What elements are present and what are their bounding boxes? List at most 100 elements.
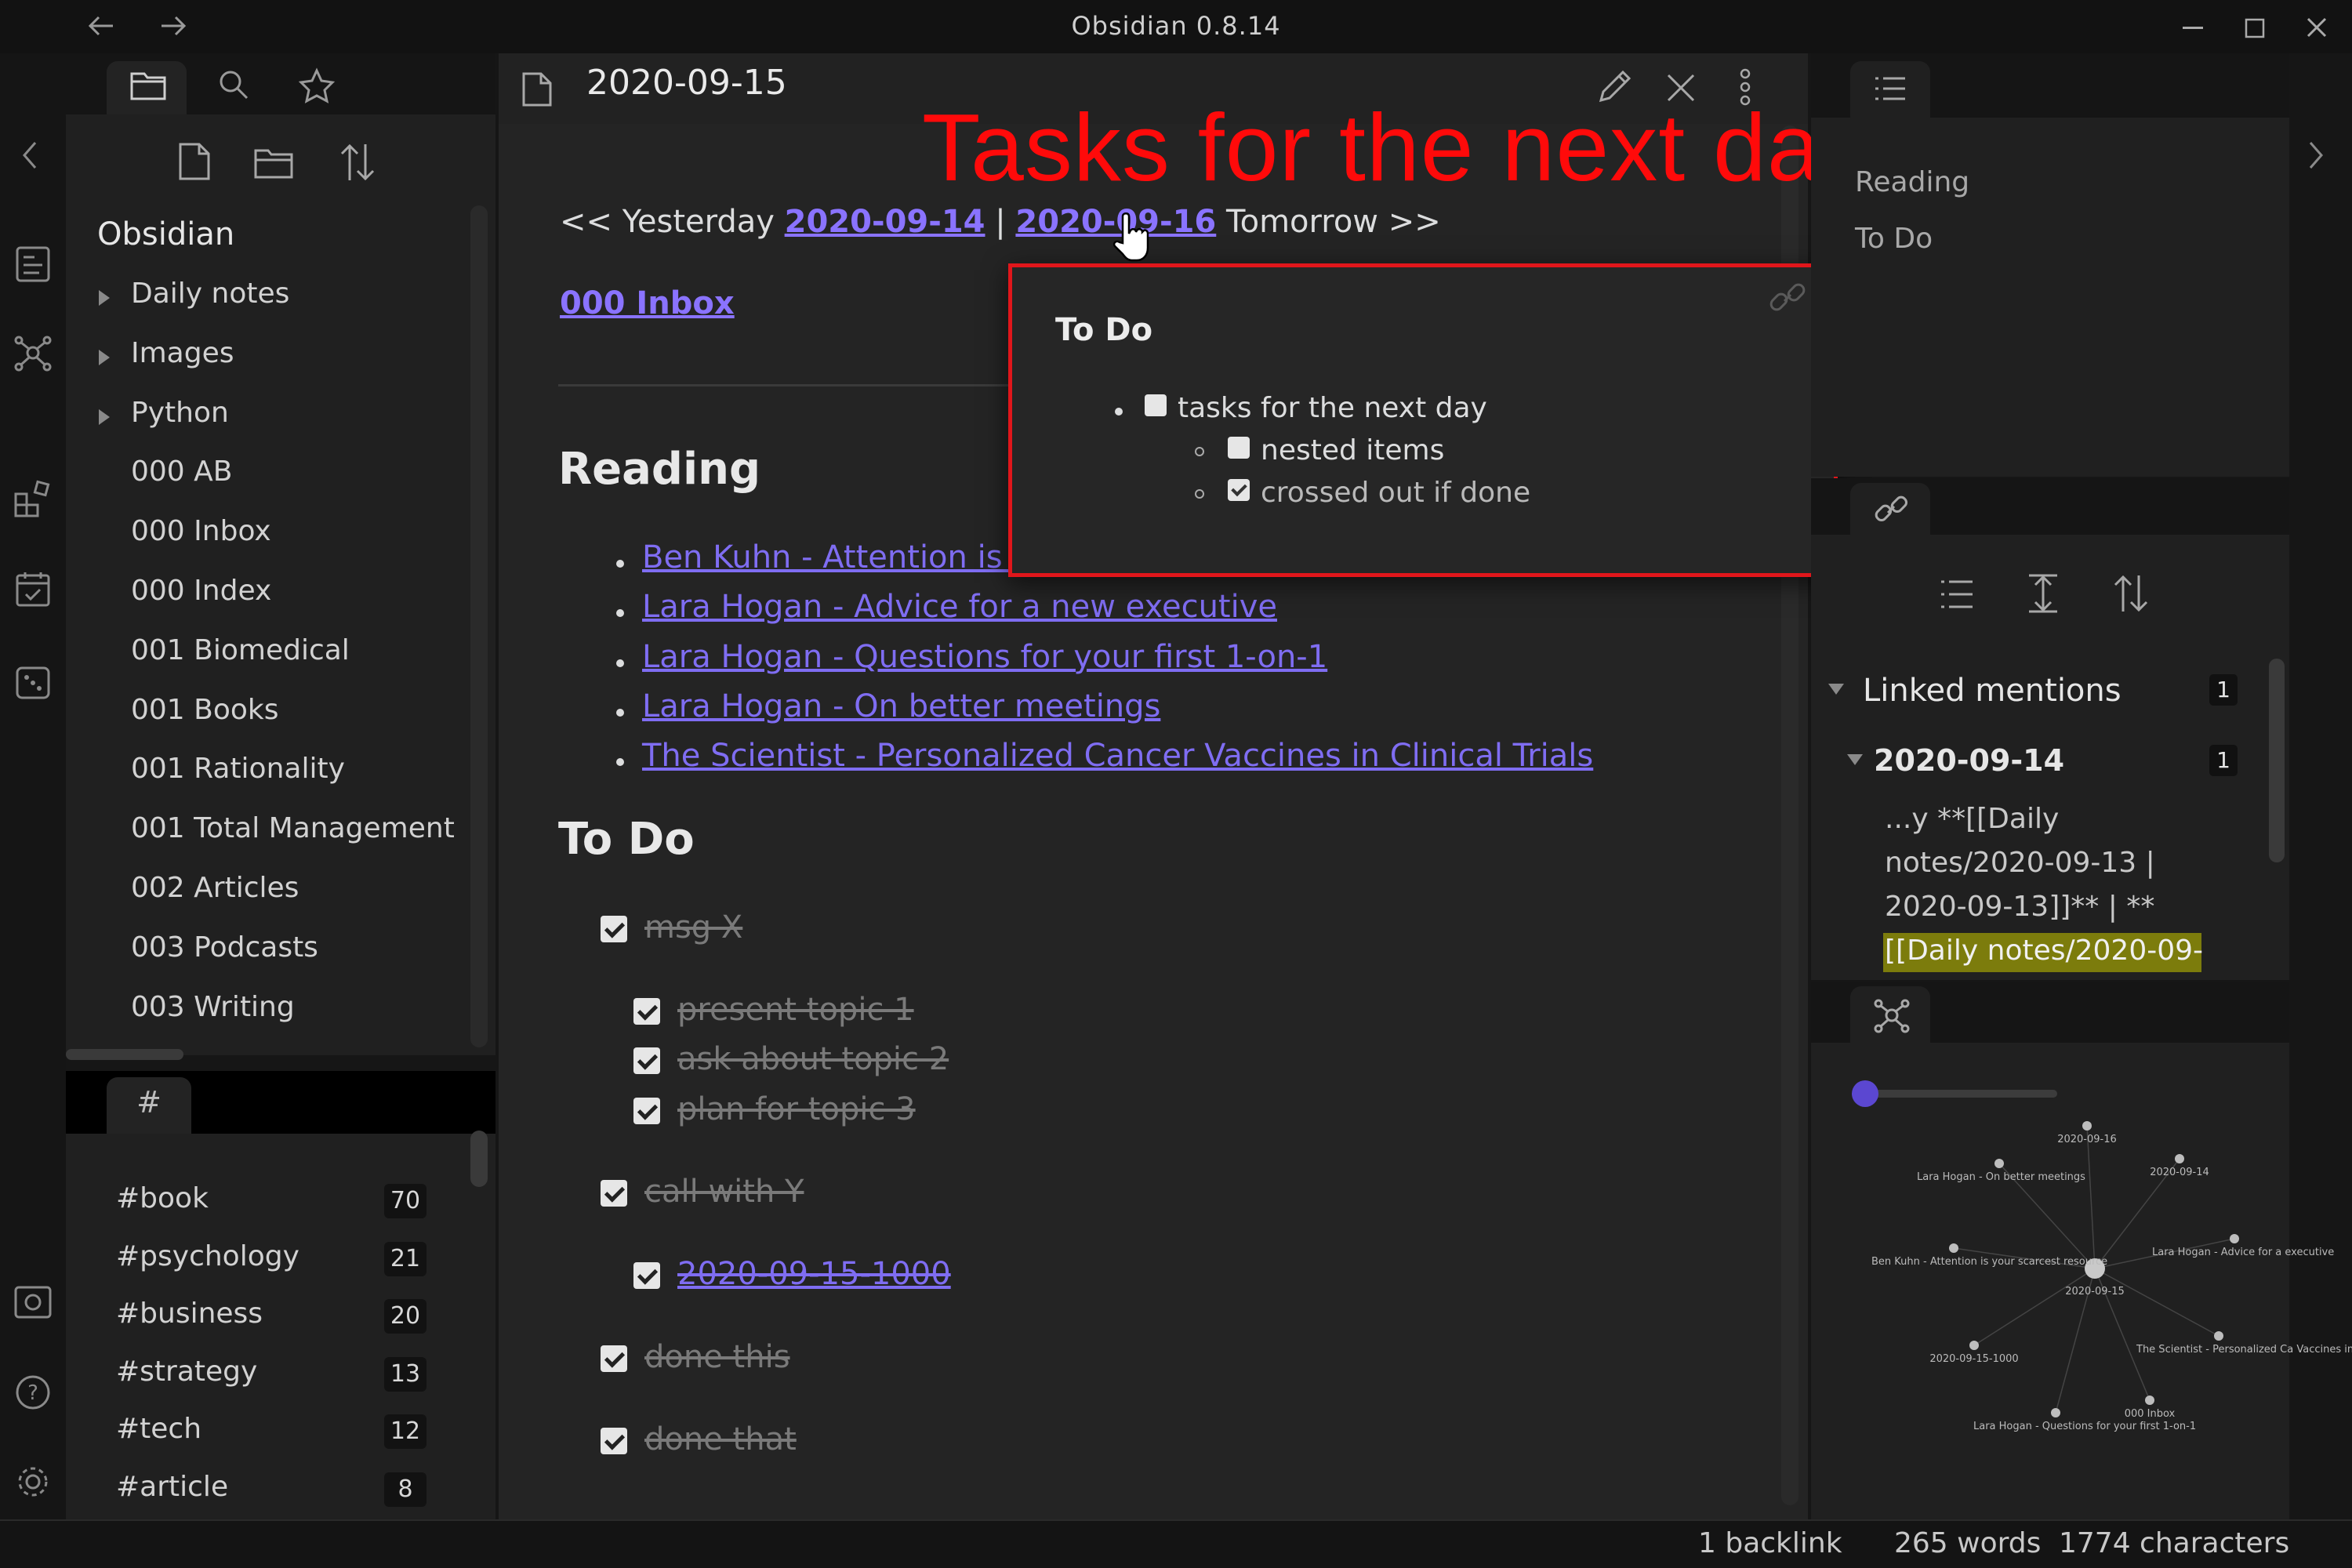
list-bullet (616, 708, 624, 717)
file-item[interactable]: 001 Books (131, 694, 279, 726)
linked-mentions-title[interactable]: Linked mentions (1863, 673, 2122, 709)
hash-icon: # (136, 1085, 162, 1120)
tab-local-graph[interactable] (1850, 986, 1930, 1043)
outline-item[interactable]: Reading (1855, 166, 1969, 198)
graph-node[interactable] (1969, 1341, 1979, 1350)
folder-item[interactable]: Images (131, 337, 234, 369)
backlink-context-highlight[interactable]: [[Daily notes/2020-09- (1885, 935, 2203, 967)
tab-tag-pane[interactable]: # (107, 1077, 191, 1134)
tag-item[interactable]: #tech (116, 1413, 201, 1445)
folder-item[interactable]: Python (131, 397, 229, 429)
star-icon[interactable] (298, 67, 336, 103)
todo-checkbox-checked[interactable] (601, 916, 627, 942)
outline-item[interactable]: To Do (1855, 223, 1933, 255)
sort-icon[interactable] (340, 143, 375, 182)
open-quick-switcher-icon[interactable] (16, 246, 50, 282)
collapse-right-icon[interactable] (2308, 141, 2324, 169)
local-graph[interactable] (1811, 1043, 2289, 1519)
tag-item[interactable]: #article (116, 1471, 228, 1503)
file-item[interactable]: 000 AB (131, 456, 232, 488)
graph-label: Lara Hogan - Advice for a executive (2152, 1247, 2335, 1258)
file-item[interactable]: 003 Writing (131, 991, 295, 1023)
reading-link[interactable]: Lara Hogan - Advice for a new executive (642, 589, 1277, 625)
tag-pane-scrollbar[interactable] (470, 1131, 488, 1187)
graph-node[interactable] (2230, 1234, 2239, 1243)
popover-checkbox-checked[interactable] (1228, 479, 1250, 501)
graph-node[interactable] (2051, 1408, 2060, 1417)
todo-checkbox-checked[interactable] (633, 1262, 660, 1289)
expand-arrow-icon[interactable] (99, 290, 110, 306)
graph-node[interactable] (2214, 1331, 2223, 1341)
popover-checkbox[interactable] (1145, 394, 1167, 416)
random-note-icon[interactable] (16, 663, 50, 699)
expand-arrow-icon[interactable] (99, 408, 110, 425)
reading-link[interactable]: Lara Hogan - On better meetings (642, 688, 1160, 724)
file-item[interactable]: 001 Total Management (131, 812, 455, 844)
file-item[interactable]: 000 Inbox (131, 515, 271, 547)
popover-checkbox[interactable] (1228, 437, 1250, 459)
backlink-context[interactable]: 2020-09-13]]** | ** (1885, 891, 2154, 923)
explorer-horizontal-scrollbar[interactable] (66, 1049, 183, 1060)
graph-node[interactable] (2175, 1154, 2184, 1163)
yesterday-link[interactable]: 2020-09-14 (785, 204, 985, 240)
file-item[interactable]: 002 Articles (131, 872, 299, 904)
reading-link[interactable]: The Scientist - Personalized Cancer Vacc… (642, 738, 1593, 774)
tab-backlinks[interactable] (1850, 483, 1930, 535)
folder-icon[interactable] (130, 69, 166, 100)
search-icon[interactable] (218, 69, 249, 100)
collapse-arrow-icon[interactable] (1828, 684, 1844, 695)
todo-checkbox-checked[interactable] (601, 1345, 627, 1372)
minimize-icon[interactable] (2183, 27, 2203, 30)
todo-link[interactable]: 2020-09-15-1000 (677, 1256, 951, 1292)
vault-icon[interactable] (14, 1286, 52, 1319)
close-window-icon[interactable] (2307, 17, 2327, 38)
backlink-context[interactable]: ...y **[[Daily (1885, 803, 2059, 835)
link-icon[interactable] (1769, 279, 1806, 317)
collapse-results-icon[interactable] (1940, 579, 1974, 610)
backlinks-scrollbar[interactable] (2269, 659, 2285, 862)
file-item[interactable]: 000 Index (131, 575, 271, 607)
todo-checkbox-checked[interactable] (633, 998, 660, 1025)
file-item[interactable]: 001 Rationality (131, 753, 345, 785)
backlink-count[interactable]: 1 backlink (1698, 1527, 1842, 1559)
daily-note-icon[interactable] (16, 571, 50, 607)
tag-item[interactable]: #book (116, 1182, 209, 1214)
settings-gear-icon[interactable] (16, 1465, 50, 1499)
graph-view-icon[interactable] (14, 334, 52, 372)
backlink-context[interactable]: notes/2020-09-13 | (1885, 847, 2155, 879)
tag-item[interactable]: #strategy (116, 1356, 257, 1388)
graph-node[interactable] (2145, 1396, 2154, 1405)
graph-node[interactable] (1994, 1159, 2004, 1168)
maximize-icon[interactable] (2245, 18, 2265, 38)
back-arrow-icon[interactable] (88, 14, 114, 38)
graph-node[interactable] (2082, 1121, 2092, 1131)
templates-icon[interactable] (14, 480, 52, 517)
help-icon[interactable]: ? (16, 1375, 50, 1410)
popover-sub-bullet (1195, 489, 1204, 499)
folder-item[interactable]: Daily notes (131, 278, 289, 310)
expand-context-icon[interactable] (2027, 574, 2059, 613)
todo-checkbox-checked[interactable] (601, 1180, 627, 1207)
todo-checkbox-checked[interactable] (633, 1098, 660, 1124)
vault-name[interactable]: Obsidian (97, 216, 234, 252)
sort-icon[interactable] (2114, 574, 2148, 613)
backlink-file[interactable]: 2020-09-14 (1874, 743, 2064, 778)
inbox-link[interactable]: 000 Inbox (560, 285, 735, 321)
forward-arrow-icon[interactable] (160, 14, 187, 38)
todo-checkbox-checked[interactable] (601, 1428, 627, 1454)
new-folder-icon[interactable] (254, 146, 293, 179)
todo-checkbox-checked[interactable] (633, 1047, 660, 1074)
reading-link[interactable]: Lara Hogan - Questions for your first 1-… (642, 639, 1327, 675)
graph-node[interactable] (1949, 1243, 1958, 1253)
collapse-arrow-icon[interactable] (1847, 754, 1863, 765)
file-item[interactable]: 001 Biomedical (131, 634, 350, 666)
new-note-icon[interactable] (179, 143, 210, 180)
expand-arrow-icon[interactable] (99, 349, 110, 365)
explorer-scrollbar[interactable] (470, 205, 488, 1047)
file-item[interactable]: 003 Podcasts (131, 931, 318, 964)
tag-item[interactable]: #business (116, 1298, 263, 1330)
note-title[interactable]: 2020-09-15 (586, 63, 787, 103)
tab-outline[interactable] (1850, 61, 1930, 118)
tag-item[interactable]: #psychology (116, 1240, 299, 1272)
collapse-left-icon[interactable] (22, 141, 38, 169)
